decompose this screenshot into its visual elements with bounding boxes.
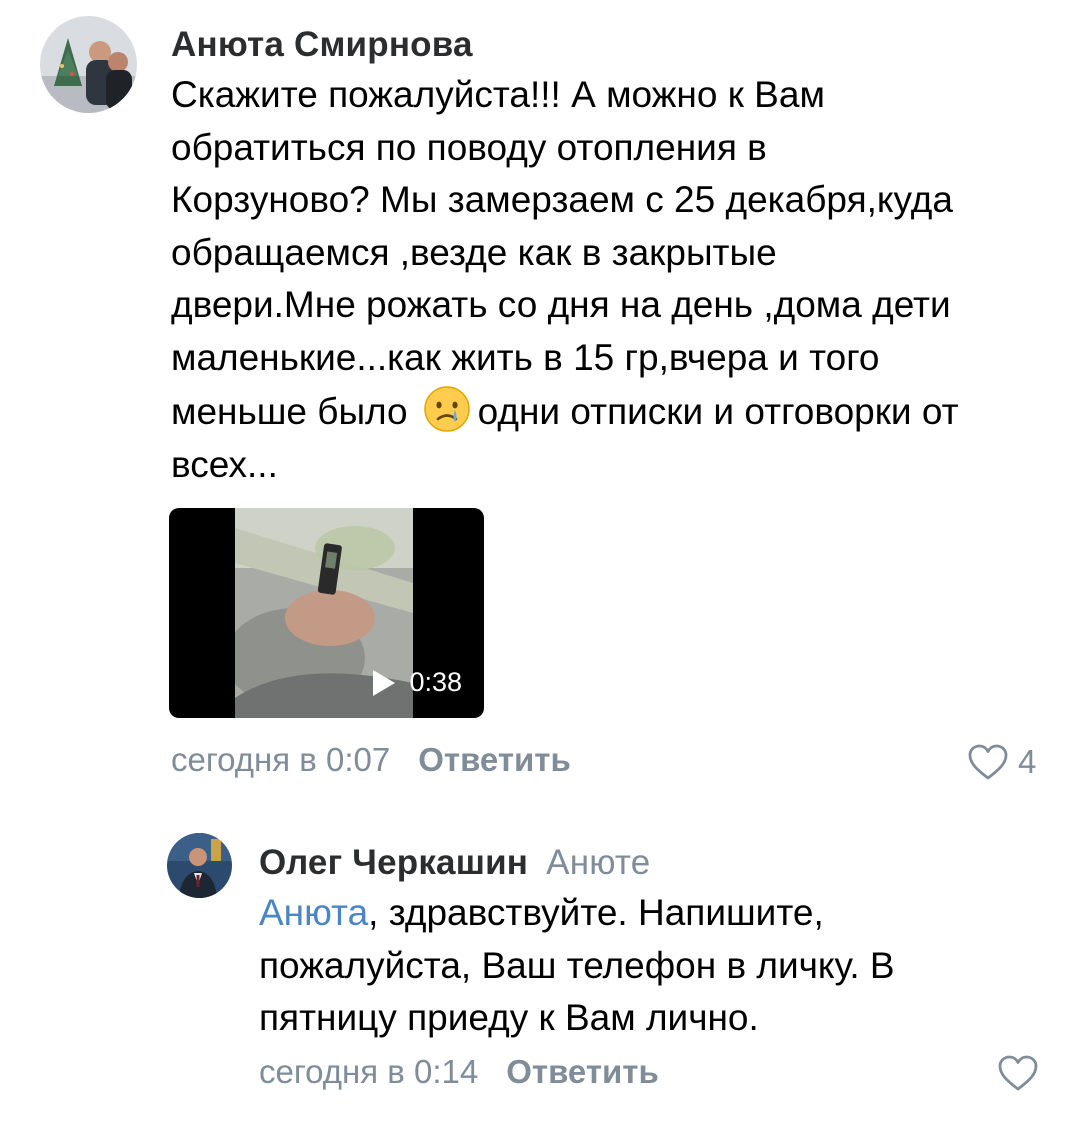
comment-text-line: маленькие...как жить в 15 гр,вчера и тог… (171, 336, 880, 378)
comment-time: сегодня в 0:14 (259, 1053, 479, 1090)
crying-face-icon (422, 384, 472, 434)
comment-meta: сегодня в 0:14 Ответить (259, 1053, 659, 1091)
text-after-emoji: одни отписки и отговорки от (477, 391, 959, 432)
comment-text-line: пятницу приеду к Вам лично. (259, 997, 759, 1038)
mention-link[interactable]: Анюта (259, 892, 368, 933)
comment-text: Анюта, здравствуйте. Напишите, пожалуйст… (259, 887, 1059, 1045)
heart-outline-icon (968, 744, 1008, 780)
avatar-photo (167, 833, 232, 898)
video-attachment[interactable]: 0:38 (169, 508, 484, 718)
comment-text-line: пожалуйста, Ваш телефон в личку. В (259, 944, 895, 986)
comment-text-line: Корзуново? Мы замерзаем с 25 декабря,куд… (171, 179, 953, 220)
like-button[interactable]: 4 (966, 742, 1036, 782)
duration-label: 0:38 (409, 667, 462, 697)
video-duration: 0:38 (373, 667, 462, 698)
comment-text: Скажите пожалуйста!!! А можно к Вам обра… (171, 69, 1051, 491)
heart-outline-icon (998, 1055, 1038, 1091)
text-before-emoji: меньше было (171, 391, 408, 432)
comment-text-line-emoji: меньше было одни отписки и отговорки от (171, 384, 1051, 439)
comment-text-line: обращаемся ,везде как в закрытые (171, 231, 777, 273)
comment-text-line: всех... (171, 443, 278, 485)
comment-text-line: обратиться по поводу отопления в (171, 126, 767, 168)
avatar[interactable] (40, 16, 137, 113)
like-count: 4 (1018, 743, 1037, 780)
comment-author[interactable]: Анюта Смирнова (171, 25, 473, 65)
avatar-photo (40, 16, 137, 113)
reply-to-name[interactable]: Анюте (546, 843, 650, 882)
comment-meta: сегодня в 0:07 Ответить (171, 741, 571, 779)
comment-time: сегодня в 0:07 (171, 741, 391, 778)
author-name[interactable]: Олег Черкашин (259, 843, 528, 882)
comment-text-line: Анюта, здравствуйте. Напишите, (259, 887, 1059, 940)
like-button[interactable] (996, 1053, 1040, 1093)
reply-button[interactable]: Ответить (506, 1053, 659, 1090)
play-icon (373, 669, 396, 696)
comment-author[interactable]: Олег Черкашин Анюте (259, 843, 650, 883)
comment-text-line: двери.Мне рожать со дня на день ,дома де… (171, 284, 951, 325)
comment-text-line: Скажите пожалуйста!!! А можно к Вам (171, 74, 825, 115)
avatar[interactable] (167, 833, 232, 898)
text-after-mention: , здравствуйте. Напишите, (368, 892, 824, 933)
reply-button[interactable]: Ответить (418, 741, 571, 778)
